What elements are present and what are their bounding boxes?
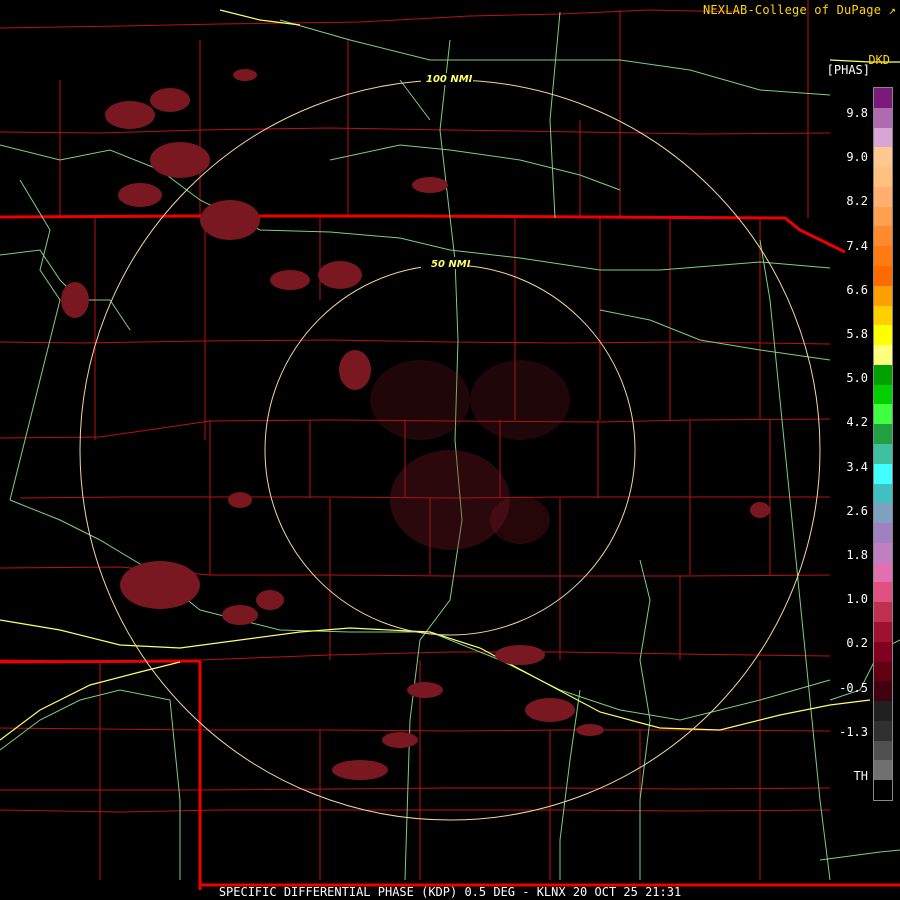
- color-legend-tick: 1.0: [846, 592, 868, 607]
- color-legend-swatch: [874, 740, 892, 761]
- color-legend-swatch: [874, 364, 892, 386]
- color-legend-swatch: [874, 345, 892, 366]
- color-legend-swatch: [874, 147, 892, 168]
- color-legend-swatch: [874, 720, 892, 742]
- color-legend-swatch: [874, 582, 892, 603]
- color-legend-swatch: [874, 503, 892, 524]
- color-legend-tick: -0.5: [839, 680, 868, 695]
- color-legend-swatch: [874, 186, 892, 208]
- color-legend-swatch: [874, 424, 892, 445]
- color-legend-tick: 2.6: [846, 503, 868, 518]
- color-legend-tick: -1.3: [839, 724, 868, 739]
- external-link-icon[interactable]: ↗: [889, 3, 896, 17]
- radar-map: 50 NMI 100 NMI: [0, 0, 900, 890]
- color-legend-swatch: [874, 641, 892, 663]
- color-legend-swatch: [874, 562, 892, 583]
- color-legend-swatch: [874, 325, 892, 346]
- color-legend-tick: TH: [853, 769, 868, 783]
- color-legend-swatch: [874, 266, 892, 287]
- color-legend-swatch: [874, 88, 892, 109]
- color-legend-swatch: [874, 523, 892, 544]
- color-legend-tick: 4.2: [846, 415, 868, 430]
- color-legend-swatch: [874, 246, 892, 267]
- color-legend-tick: 5.8: [846, 327, 868, 341]
- color-legend-swatch: [874, 760, 892, 781]
- color-legend-swatch: [874, 226, 892, 247]
- range-ring-label-50: 50 NMI: [431, 259, 471, 270]
- color-legend-tick: 1.8: [846, 548, 868, 562]
- site-code: DKD: [868, 53, 890, 67]
- color-legend-tick: 9.8: [846, 106, 868, 120]
- color-legend-swatch: [874, 444, 892, 465]
- color-legend-swatch: [874, 285, 892, 307]
- color-legend-bar: [873, 87, 893, 801]
- color-legend-swatch: [874, 463, 892, 485]
- color-legend-tick: 3.4: [846, 459, 868, 474]
- credit-label: NEXLAB-College of DuPage ↗: [703, 3, 896, 17]
- color-legend-tick: 6.6: [846, 282, 868, 297]
- product-footer: SPECIFIC DIFFERENTIAL PHASE (KDP) 0.5 DE…: [218, 885, 682, 899]
- units-label: [PHAS]: [826, 63, 870, 77]
- color-legend-swatch: [874, 780, 892, 801]
- color-legend-swatch: [874, 681, 892, 702]
- color-legend-swatch: [874, 305, 892, 326]
- color-legend-swatch: [874, 167, 892, 188]
- color-legend-swatch: [874, 661, 892, 682]
- range-ring-label-100: 100 NMI: [426, 74, 473, 85]
- color-legend-swatch: [874, 701, 892, 722]
- color-legend-swatch: [874, 404, 892, 425]
- color-legend-swatch: [874, 206, 892, 227]
- color-legend-tick: 0.2: [846, 636, 868, 651]
- color-legend-tick: 8.2: [846, 194, 868, 209]
- credit-text: NEXLAB-College of DuPage: [702, 3, 889, 17]
- highways: [0, 11, 900, 881]
- color-legend-swatch: [874, 622, 892, 643]
- color-legend-swatch: [874, 602, 892, 623]
- county-lines: [0, 0, 831, 880]
- color-legend-swatch: [874, 542, 892, 564]
- color-legend-tick: 7.4: [846, 238, 868, 253]
- color-legend-swatch: [874, 127, 892, 148]
- color-legend-swatch: [874, 483, 892, 504]
- color-legend-swatch: [874, 384, 892, 405]
- color-legend-tick: 5.0: [846, 371, 868, 386]
- color-legend-swatch: [874, 107, 892, 129]
- color-legend-tick: 9.0: [846, 150, 868, 165]
